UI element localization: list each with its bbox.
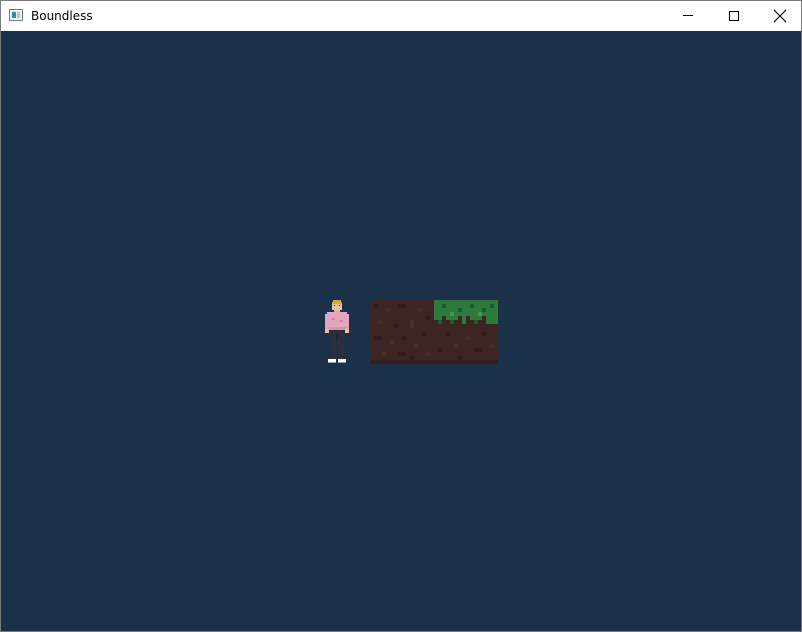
window-title: Boundless (31, 9, 93, 23)
dirt-block[interactable] (370, 300, 434, 364)
minimize-icon (683, 15, 693, 16)
close-button[interactable] (757, 1, 801, 31)
title-bar[interactable]: Boundless (1, 1, 801, 31)
grass-block[interactable] (434, 300, 498, 364)
app-window-icon (9, 9, 23, 21)
close-icon (773, 9, 787, 23)
game-viewport[interactable] (1, 31, 801, 631)
minimize-button[interactable] (665, 1, 711, 31)
maximize-icon (729, 11, 739, 21)
maximize-button[interactable] (711, 1, 757, 31)
player-character (325, 300, 349, 363)
app-window: Boundless (0, 0, 802, 632)
